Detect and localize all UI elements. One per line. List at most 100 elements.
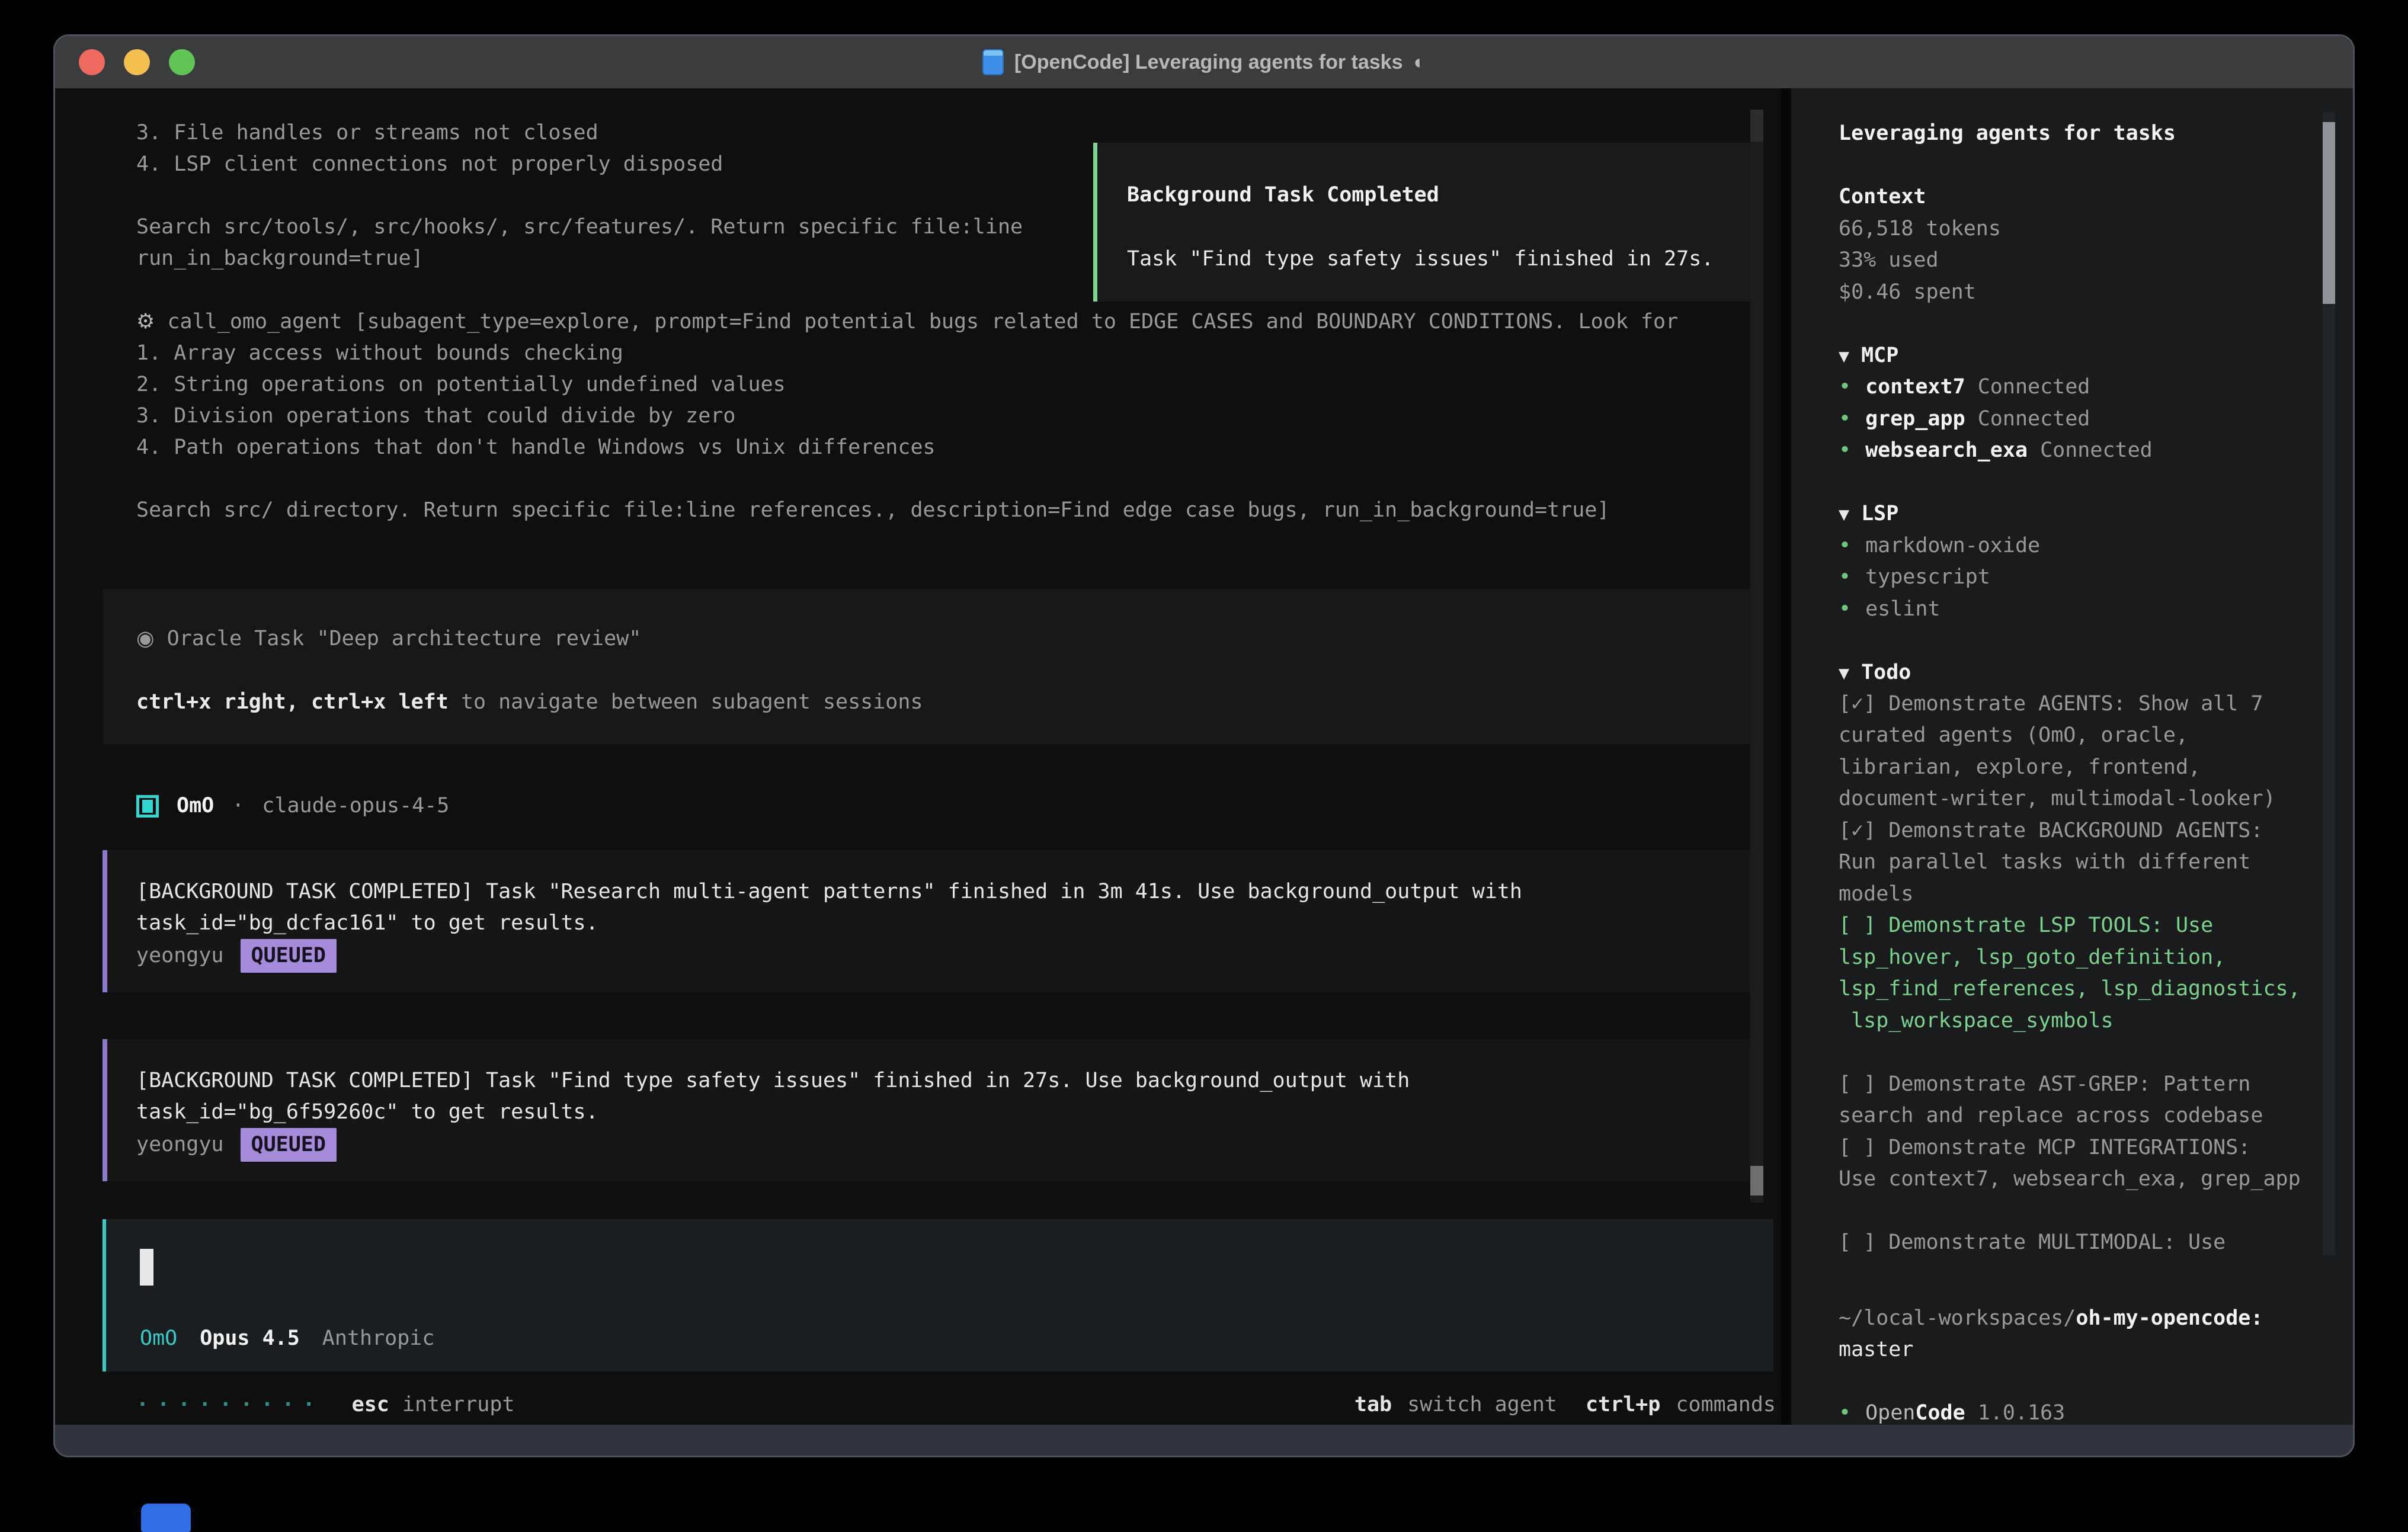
traffic-lights xyxy=(79,36,195,88)
context-heading: Context xyxy=(1839,181,1926,213)
todo-line: [✓] Demonstrate BACKGROUND AGENTS: xyxy=(1839,815,2263,847)
task-user: yeongyu xyxy=(136,1129,224,1161)
window-title: [OpenCode] Leveraging agents for tasks ◐ xyxy=(982,49,1426,75)
todo-heading: Todo xyxy=(1861,661,1911,684)
context-used: 33% used xyxy=(1839,245,1939,276)
task-message-line: task_id="bg_dcfac161" to get results. xyxy=(136,908,598,939)
background-task-toast: Background Task Completed Task "Find typ… xyxy=(1093,143,1760,302)
window-title-text: [OpenCode] Leveraging agents for tasks xyxy=(1014,51,1403,74)
prompt-input[interactable]: OmO Opus 4.5 Anthropic xyxy=(103,1219,1773,1371)
toast-body: Task "Find type safety issues" finished … xyxy=(1127,243,1714,275)
lsp-section-header[interactable]: ▼LSP xyxy=(1839,498,1898,530)
sidebar-scrollbar-thumb[interactable] xyxy=(2323,122,2335,304)
log-line: 3. File handles or streams not closed xyxy=(136,117,598,149)
app-name-bold: Code xyxy=(1915,1401,1965,1425)
main-scrollbar-segment[interactable] xyxy=(1750,110,1763,142)
todo-line: [✓] Demonstrate AGENTS: Show all 7 xyxy=(1839,688,2263,720)
mcp-item: •websearch_exa Connected xyxy=(1839,435,2153,466)
sidebar: Leveraging agents for tasks Context 66,5… xyxy=(1791,88,2353,1425)
agent-header-row: OmO · claude-opus-4-5 xyxy=(136,790,449,822)
todo-line-active: lsp_find_references, lsp_diagnostics, xyxy=(1839,973,2301,1005)
main-scrollbar-track[interactable] xyxy=(1750,110,1763,1203)
titlebar: [OpenCode] Leveraging agents for tasks ◐ xyxy=(55,36,2353,88)
tool-call-line: ⚙ call_omo_agent [subagent_type=explore,… xyxy=(136,306,1678,338)
todo-line: Use context7, websearch_exa, grep_app xyxy=(1839,1164,2301,1195)
dock-icon[interactable] xyxy=(141,1504,191,1532)
oracle-task-text: Oracle Task "Deep architecture review" xyxy=(155,627,642,650)
spinner-dots-icon: ········· xyxy=(136,1389,324,1421)
text-cursor xyxy=(140,1249,153,1286)
mcp-item: •context7 Connected xyxy=(1839,371,2090,403)
session-title: Leveraging agents for tasks xyxy=(1839,118,2176,149)
keybind-ctrlp-label: commands xyxy=(1676,1389,1776,1421)
app-name-light: Open xyxy=(1865,1401,1915,1425)
chevron-down-icon: ▼ xyxy=(1839,663,1849,684)
workspace-path-prefix: ~/local-workspaces/ xyxy=(1839,1306,2076,1330)
todo-line-active: lsp_workspace_symbols xyxy=(1839,1005,2114,1037)
input-meta-row: OmO Opus 4.5 Anthropic xyxy=(140,1323,434,1354)
todo-line: librarian, explore, frontend, xyxy=(1839,752,2201,783)
todo-line: models xyxy=(1839,879,1913,910)
task-message-line: [BACKGROUND TASK COMPLETED] Task "Find t… xyxy=(136,1065,1410,1097)
context-tokens: 66,518 tokens xyxy=(1839,213,2001,245)
status-badge: QUEUED xyxy=(241,1128,337,1162)
status-bar: ········· esc interrupt tab switch agent… xyxy=(136,1389,1776,1421)
lsp-item: •markdown-oxide xyxy=(1839,530,2040,562)
window-footer xyxy=(55,1425,2353,1456)
hint-text: to navigate between subagent sessions xyxy=(449,690,923,714)
log-line: 4. LSP client connections not properly d… xyxy=(136,149,723,180)
tool-call-text: call_omo_agent [subagent_type=explore, p… xyxy=(155,310,1678,334)
gear-icon: ⚙ xyxy=(136,310,155,334)
separator-dot: · xyxy=(232,790,244,822)
tool-call-item: 1. Array access without bounds checking xyxy=(136,338,623,369)
mcp-name: context7 xyxy=(1865,375,1965,399)
document-icon xyxy=(982,49,1004,75)
lsp-item: • typescript xyxy=(1839,562,1990,593)
lsp-item: • eslint xyxy=(1839,594,1941,625)
active-agent-label: OmO xyxy=(140,1323,177,1354)
tool-call-item: 3. Division operations that could divide… xyxy=(136,400,735,432)
mcp-status: Connected xyxy=(2040,438,2153,462)
todo-section-header[interactable]: ▼ Todo xyxy=(1839,657,1911,689)
pane-divider xyxy=(1781,88,1791,1425)
app-window: [OpenCode] Leveraging agents for tasks ◐… xyxy=(53,34,2355,1457)
status-dot-icon: • xyxy=(1839,597,1851,621)
status-dot-icon: • xyxy=(1839,565,1851,589)
chevron-down-icon: ▼ xyxy=(1839,346,1849,367)
todo-line: document-writer, multimodal-looker) xyxy=(1839,783,2276,815)
close-button[interactable] xyxy=(79,49,105,75)
oracle-task-title: ◉ Oracle Task "Deep architecture review" xyxy=(136,623,641,655)
navigation-hint: ctrl+x right, ctrl+x left to navigate be… xyxy=(136,687,923,718)
keybind-esc: esc xyxy=(352,1389,389,1421)
minimize-button[interactable] xyxy=(124,49,150,75)
task-message-line: [BACKGROUND TASK COMPLETED] Task "Resear… xyxy=(136,876,1522,908)
main-scrollbar-thumb[interactable] xyxy=(1750,1166,1763,1196)
todo-line: [ ] Demonstrate MCP INTEGRATIONS: xyxy=(1839,1132,2250,1164)
task-user: yeongyu xyxy=(136,940,224,972)
agent-model: claude-opus-4-5 xyxy=(262,790,449,822)
keybind-ctrlp: ctrl+p xyxy=(1586,1389,1660,1421)
status-dot-icon: • xyxy=(1839,375,1851,399)
mcp-item: •grep_app Connected xyxy=(1839,403,2090,435)
keybind-esc-label: interrupt xyxy=(402,1389,515,1421)
lsp-name: typescript xyxy=(1865,565,1990,589)
status-dot-icon: • xyxy=(1839,438,1851,462)
fisheye-icon: ◉ xyxy=(136,627,155,650)
mcp-heading: MCP xyxy=(1861,344,1898,367)
todo-line: search and replace across codebase xyxy=(1839,1100,2263,1132)
mcp-status: Connected xyxy=(1978,407,2090,431)
zoom-button[interactable] xyxy=(169,49,195,75)
lsp-name: eslint xyxy=(1865,597,1940,621)
tool-call-item: Search src/ directory. Return specific f… xyxy=(136,495,1609,526)
mcp-name: grep_app xyxy=(1865,407,1965,431)
mcp-section-header[interactable]: ▼ MCP xyxy=(1839,340,1898,372)
status-dot-icon: • xyxy=(1839,1401,1851,1425)
task-message-line: task_id="bg_6f59260c" to get results. xyxy=(136,1097,598,1128)
terminal-main-pane[interactable]: 3. File handles or streams not closed 4.… xyxy=(55,88,1781,1425)
git-branch: master xyxy=(1839,1334,1913,1366)
lsp-name: markdown-oxide xyxy=(1865,534,2040,557)
status-badge: QUEUED xyxy=(241,939,337,973)
log-line: Search src/tools/, src/hooks/, src/featu… xyxy=(136,211,1023,243)
chevron-down-icon: ▼ xyxy=(1839,504,1849,525)
tool-call-item: 2. String operations on potentially unde… xyxy=(136,369,786,400)
